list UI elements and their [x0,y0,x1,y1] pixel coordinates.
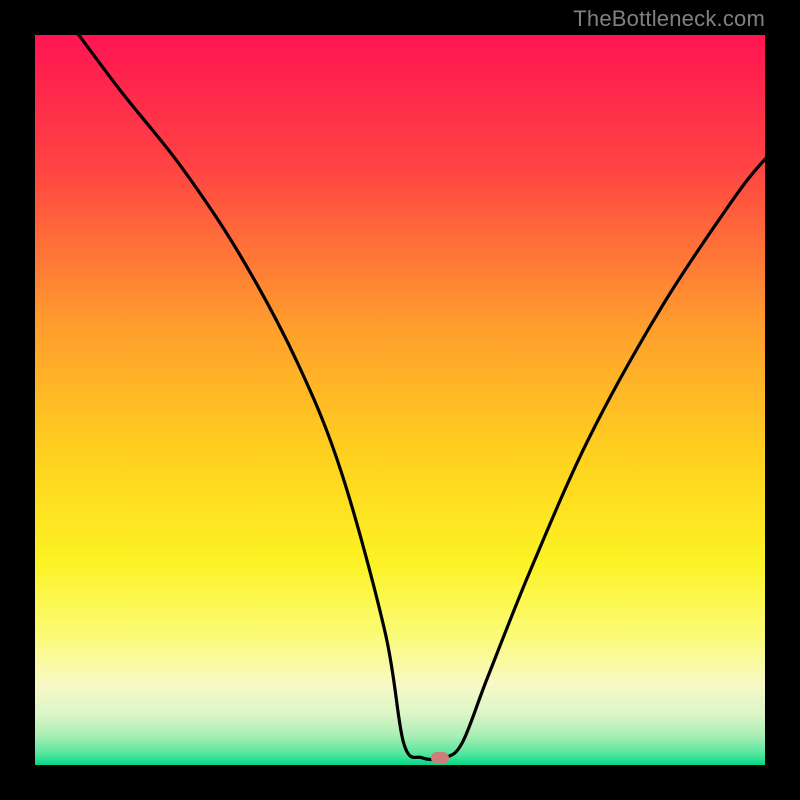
attribution-text: TheBottleneck.com [573,6,765,32]
chart-frame: TheBottleneck.com [0,0,800,800]
plot-area [35,35,765,765]
optimal-point-marker [431,752,449,764]
bottleneck-curve [35,35,765,765]
